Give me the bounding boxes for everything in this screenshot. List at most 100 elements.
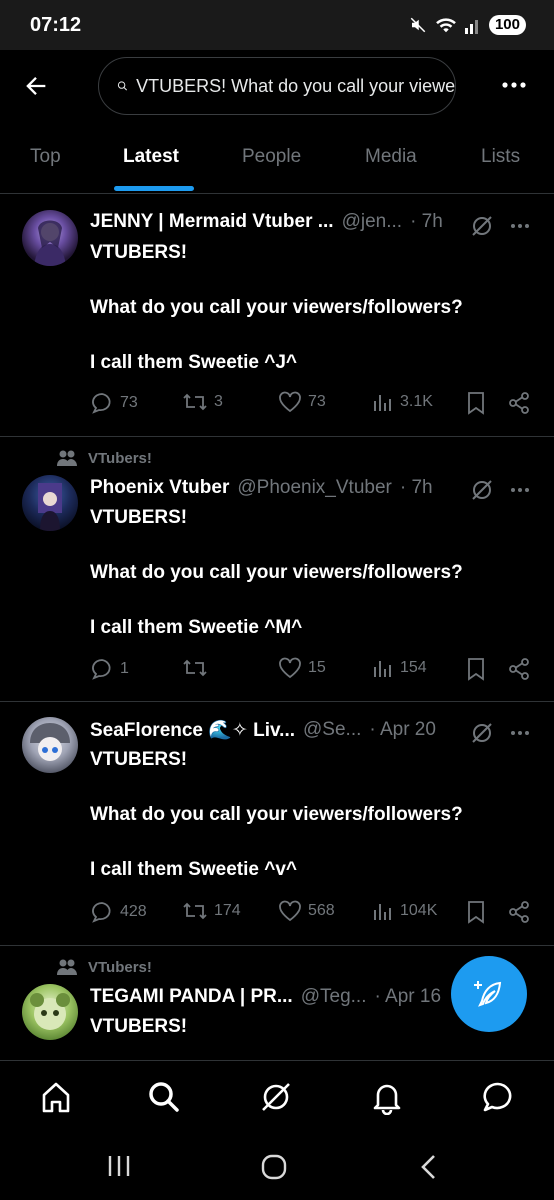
tab-latest[interactable]: Latest xyxy=(123,146,179,168)
community-name: VTubers! xyxy=(88,958,152,976)
reply-button[interactable]: 1 xyxy=(90,657,129,681)
views-count: 3.1K xyxy=(400,393,433,410)
grok-icon[interactable] xyxy=(470,721,494,745)
tab-top[interactable]: Top xyxy=(30,146,61,168)
tweet-text: VTUBERS! What do you call your viewers/f… xyxy=(90,504,530,642)
bottom-navigation xyxy=(0,1060,554,1132)
tweet-line: What do you call your viewers/followers? xyxy=(90,297,463,318)
retweet-button[interactable]: 3 xyxy=(182,391,223,413)
avatar[interactable] xyxy=(22,717,78,773)
reply-count: 428 xyxy=(120,903,147,920)
share-icon[interactable] xyxy=(508,900,530,924)
grok-icon[interactable] xyxy=(258,1079,294,1115)
search-icon xyxy=(117,81,128,91)
author-name[interactable]: SeaFlorence 🌊✧ Liv... xyxy=(90,718,295,742)
tweet-line xyxy=(90,774,530,802)
signal-icon xyxy=(464,20,478,34)
tweet-line: I call them Sweetie ^v^ xyxy=(90,859,297,880)
share-icon[interactable] xyxy=(508,657,530,681)
tweet-line: VTUBERS! xyxy=(90,507,188,528)
tweet-header: Phoenix Vtuber @Phoenix_Vtuber · 7h xyxy=(90,477,534,499)
like-button[interactable]: 568 xyxy=(278,900,335,922)
tweet-header: JENNY | Mermaid Vtuber ... @jen... · 7h xyxy=(90,211,534,233)
tweet-actions: 1 15 154 xyxy=(90,657,534,687)
views-chart-icon xyxy=(374,904,391,920)
search-header: VTUBERS! What do you call your viewers/f… xyxy=(0,50,554,120)
more-horizontal-icon[interactable] xyxy=(510,486,530,494)
tweet-time: · Apr 20 xyxy=(369,719,436,740)
tweet-line xyxy=(90,532,530,560)
views-button[interactable]: 3.1K xyxy=(372,391,433,413)
retweet-icon xyxy=(183,902,207,920)
views-count: 104K xyxy=(400,902,438,919)
search-input[interactable]: VTUBERS! What do you call your viewers/f… xyxy=(98,57,456,115)
author-handle[interactable]: @Teg... xyxy=(301,986,367,1008)
grok-icon[interactable] xyxy=(470,478,494,502)
tweet-card[interactable]: SeaFlorence 🌊✧ Liv... @Se... · Apr 20 VT… xyxy=(0,702,554,946)
tab-people[interactable]: People xyxy=(242,146,301,168)
messages-icon[interactable] xyxy=(480,1079,516,1115)
like-button[interactable]: 73 xyxy=(278,391,326,413)
reply-button[interactable]: 73 xyxy=(90,391,138,415)
retweet-button[interactable]: 174 xyxy=(182,900,241,922)
author-name[interactable]: Phoenix Vtuber xyxy=(90,477,229,499)
author-handle[interactable]: @jen... xyxy=(342,211,402,233)
views-button[interactable]: 104K xyxy=(372,900,437,922)
more-horizontal-icon[interactable] xyxy=(502,78,526,92)
avatar[interactable] xyxy=(22,210,78,266)
share-icon[interactable] xyxy=(508,391,530,415)
search-query: VTUBERS! What do you call your viewers/f… xyxy=(136,75,455,96)
like-count: 568 xyxy=(308,902,335,919)
tweet-text: VTUBERS! What do you call your viewers/f… xyxy=(90,239,530,377)
notifications-icon[interactable] xyxy=(369,1079,405,1115)
avatar[interactable] xyxy=(22,984,78,1040)
heart-icon xyxy=(279,657,301,679)
avatar[interactable] xyxy=(22,475,78,531)
author-name[interactable]: TEGAMI PANDA | PR... xyxy=(90,986,293,1008)
grok-icon[interactable] xyxy=(470,214,494,238)
retweet-count: 174 xyxy=(214,902,241,919)
tweet-card[interactable]: JENNY | Mermaid Vtuber ... @jen... · 7h … xyxy=(0,195,554,437)
retweet-button[interactable] xyxy=(182,657,214,679)
tweet-time: · Apr 16 xyxy=(374,986,442,1007)
bookmark-icon[interactable] xyxy=(466,657,486,681)
tweet-text: VTUBERS! What do you call your viewers/f… xyxy=(90,746,530,884)
tweet-line: I call them Sweetie ^M^ xyxy=(90,617,303,638)
tweet-line: VTUBERS! xyxy=(90,242,188,263)
more-horizontal-icon[interactable] xyxy=(510,729,530,737)
wifi-icon xyxy=(436,18,456,33)
tab-media[interactable]: Media xyxy=(365,146,417,168)
back-system-icon[interactable] xyxy=(418,1154,440,1180)
reply-button[interactable]: 428 xyxy=(90,900,147,924)
tweet-line xyxy=(90,829,530,857)
system-navigation xyxy=(0,1132,554,1200)
bookmark-icon[interactable] xyxy=(466,900,486,924)
heart-icon xyxy=(279,900,301,922)
tweet-line: I call them Sweetie ^J^ xyxy=(90,352,297,373)
like-count: 15 xyxy=(308,659,326,676)
social-context[interactable]: VTubers! xyxy=(56,448,152,468)
tweet-line xyxy=(90,267,530,295)
community-icon xyxy=(57,450,77,466)
tweet-line xyxy=(90,322,530,350)
author-name[interactable]: JENNY | Mermaid Vtuber ... xyxy=(90,211,334,233)
author-handle[interactable]: @Se... xyxy=(303,719,361,741)
battery-icon: 100 xyxy=(488,15,526,35)
tweet-actions: 428 174 568 104K xyxy=(90,900,534,930)
compose-button[interactable] xyxy=(451,956,527,1032)
tab-lists[interactable]: Lists xyxy=(481,146,520,168)
views-button[interactable]: 154 xyxy=(372,657,427,679)
social-context[interactable]: VTubers! xyxy=(56,957,152,977)
author-handle[interactable]: @Phoenix_Vtuber xyxy=(237,477,392,499)
arrow-left-icon[interactable] xyxy=(22,72,50,100)
home-icon[interactable] xyxy=(38,1079,74,1115)
home-system-icon[interactable] xyxy=(260,1154,288,1180)
recent-apps-icon[interactable] xyxy=(106,1154,132,1178)
tweet-line: What do you call your viewers/followers? xyxy=(90,562,463,583)
more-horizontal-icon[interactable] xyxy=(510,222,530,230)
search-icon[interactable] xyxy=(146,1079,182,1115)
tweet-card[interactable]: VTubers! Phoenix Vtuber @Phoenix_Vtuber … xyxy=(0,437,554,702)
like-count: 73 xyxy=(308,393,326,410)
bookmark-icon[interactable] xyxy=(466,391,486,415)
like-button[interactable]: 15 xyxy=(278,657,326,679)
